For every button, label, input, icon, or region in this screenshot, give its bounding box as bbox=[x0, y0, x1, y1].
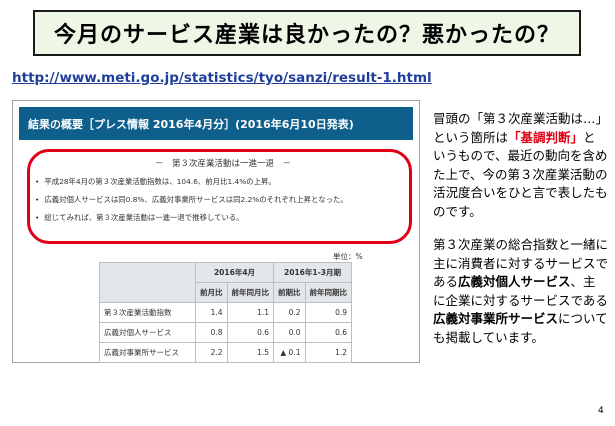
sub-header: 前期比 bbox=[273, 282, 306, 303]
table-cell: 0.6 bbox=[226, 322, 274, 343]
slide-title: 今月のサービス産業は良かったの？悪かったの？ bbox=[33, 10, 581, 56]
table-cell: 1.5 bbox=[226, 342, 274, 363]
press-release-header: 結果の概要［プレス情報 2016年4月分］(2016年6月10日発表) bbox=[19, 107, 413, 140]
explanation-paragraph-1: 冒頭の「第３次産業活動は…」という箇所は「基調判断」というもので、最近の動向を含… bbox=[433, 110, 608, 222]
source-url-link[interactable]: http://www.meti.go.jp/statistics/tyo/san… bbox=[12, 70, 432, 86]
row-label: 広義対事業所サービス bbox=[99, 342, 196, 363]
table-row: 広義対事業所サービス 2.2 1.5 ▲ 0.1 1.2 bbox=[99, 342, 352, 363]
highlight-oval bbox=[27, 149, 412, 244]
explanation-paragraph-2: 第３次産業の総合指数と一緒に主に消費者に対するサービスである広義対個人サービス、… bbox=[433, 236, 608, 348]
bold-term: 広義対個人サービス bbox=[458, 274, 571, 290]
table-cell: 1.4 bbox=[195, 302, 228, 323]
period-header: 2016年1-3月期 bbox=[273, 262, 352, 283]
page-number: 4 bbox=[598, 406, 604, 416]
sub-header: 前年同期比 bbox=[304, 282, 352, 303]
table-cell: 1.2 bbox=[304, 342, 352, 363]
table-cell: 0.8 bbox=[195, 322, 228, 343]
sub-header: 前月比 bbox=[195, 282, 228, 303]
bold-term: 広義対事業所サービス bbox=[433, 311, 559, 327]
table-cell: 0.2 bbox=[273, 302, 306, 323]
table-cell: 1.1 bbox=[226, 302, 274, 323]
unit-label: 単位：% bbox=[333, 252, 363, 261]
press-release-screenshot: 結果の概要［プレス情報 2016年4月分］(2016年6月10日発表) － 第３… bbox=[12, 100, 420, 363]
table-cell: 0.9 bbox=[304, 302, 352, 323]
table-cell: 2.2 bbox=[195, 342, 228, 363]
row-label: 第３次産業活動指数 bbox=[99, 302, 196, 323]
table-cell: ▲ 0.1 bbox=[273, 342, 306, 363]
table-header-row: 2016年4月 2016年1-3月期 bbox=[99, 262, 352, 303]
table-row: 広義対個人サービス 0.8 0.6 0.0 0.6 bbox=[99, 322, 352, 343]
row-label: 広義対個人サービス bbox=[99, 322, 196, 343]
sub-header: 前年同月比 bbox=[226, 282, 274, 303]
highlight-term: 「基調判断」 bbox=[508, 129, 584, 145]
period-header: 2016年4月 bbox=[195, 262, 274, 283]
table-cell: 0.6 bbox=[304, 322, 352, 343]
table-corner-cell bbox=[99, 262, 196, 303]
stats-table: 2016年4月 2016年1-3月期 前月比 前年同月比 前期比 前年同期比 第… bbox=[99, 262, 352, 363]
table-row: 第３次産業活動指数 1.4 1.1 0.2 0.9 bbox=[99, 302, 352, 323]
table-cell: 0.0 bbox=[273, 322, 306, 343]
